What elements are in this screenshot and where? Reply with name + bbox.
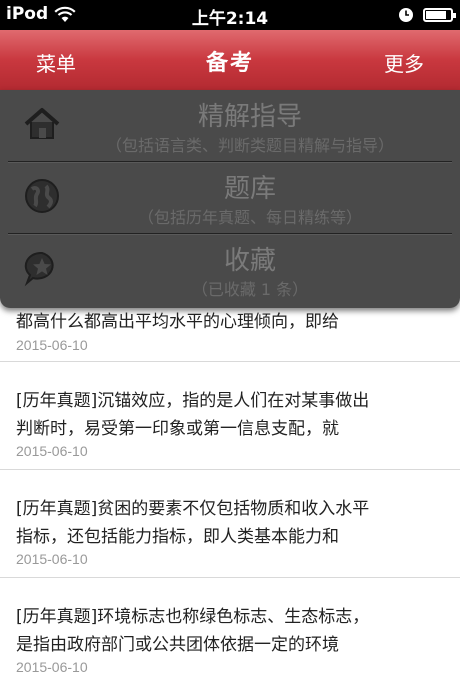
item-text-line: 指标，还包括能力指标，即人类基本能力和 [16, 527, 339, 547]
list-item[interactable]: [历年真题]环境标志也称绿色标志、生态标志， 是指由政府部门或公共团体依据一定的… [0, 578, 460, 690]
item-text-line: [历年真题]贫困的要素不仅包括物质和收入水平 [16, 499, 370, 519]
item-text-line: 是指由政府部门或公共团体依据一定的环境 [16, 635, 339, 655]
item-date: 2015-06-10 [16, 443, 88, 459]
status-bar: iPod 上午2:14 [0, 0, 460, 30]
item-date: 2015-06-10 [16, 551, 88, 567]
status-time: 上午2:14 [191, 9, 269, 29]
menu-item-favorites[interactable]: 收藏 （已收藏 1 条） [8, 234, 452, 306]
item-text-line: 判断时，易受第一印象或第一信息支配，就 [16, 419, 339, 439]
item-text: [历年真题]沉锚效应，指的是人们在对某事做出 判断时，易受第一印象或第一信息支配… [16, 387, 436, 443]
item-text-line: [历年真题]环境标志也称绿色标志、生态标志， [16, 607, 370, 627]
alarm-clock-icon [398, 7, 414, 27]
menu-item-guidance[interactable]: 精解指导 （包括语言类、判断类题目精解与指导） [8, 90, 452, 162]
battery-icon [423, 8, 456, 22]
item-text-line: [历年真题]沉锚效应，指的是人们在对某事做出 [16, 391, 370, 411]
menu-item-title: 题库 [223, 174, 276, 204]
menu-item-title: 收藏 [223, 246, 276, 276]
battery-level [426, 11, 446, 19]
list-item[interactable]: [历年真题]沉锚效应，指的是人们在对某事做出 判断时，易受第一印象或第一信息支配… [0, 362, 460, 470]
dropdown-menu: 精解指导 （包括语言类、判断类题目精解与指导） 题库 （包括历年真题、每日精练等… [0, 90, 460, 308]
menu-item-title: 精解指导 [197, 102, 302, 132]
menu-item-subtitle: （包括历年真题、每日精练等） [137, 208, 362, 227]
item-text: [历年真题]环境标志也称绿色标志、生态标志， 是指由政府部门或公共团体依据一定的… [16, 603, 436, 659]
menu-item-subtitle: （包括语言类、判断类题目精解与指导） [105, 136, 394, 155]
list-item[interactable]: [历年真题]贫困的要素不仅包括物质和收入水平 指标，还包括能力指标，即人类基本能… [0, 470, 460, 578]
more-button[interactable]: 更多 [384, 48, 424, 77]
item-text: 都高什么都高出平均水平的心理倾向，即给 [16, 308, 436, 336]
item-text: [历年真题]贫困的要素不仅包括物质和收入水平 指标，还包括能力指标，即人类基本能… [16, 495, 436, 551]
item-text-line: 都高什么都高出平均水平的心理倾向，即给 [16, 312, 339, 332]
menu-item-subtitle: （已收藏 1 条） [191, 280, 309, 299]
item-date: 2015-06-10 [16, 659, 88, 675]
navigation-bar: 菜单 备考 更多 [0, 30, 460, 90]
menu-item-question-bank[interactable]: 题库 （包括历年真题、每日精练等） [8, 162, 452, 234]
item-date: 2015-06-10 [16, 337, 88, 353]
